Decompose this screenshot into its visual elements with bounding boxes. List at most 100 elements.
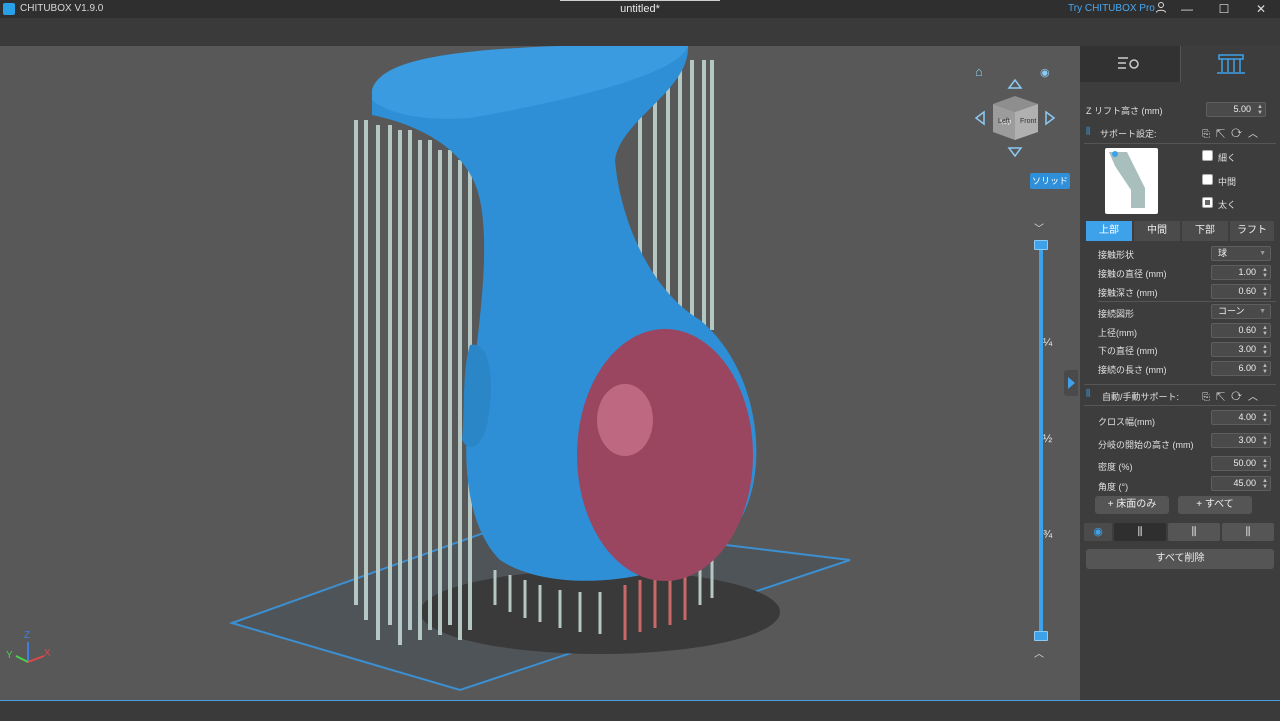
preset-thin-checkbox[interactable]	[1202, 150, 1213, 161]
spin-arrows-icon[interactable]: ▲ ▼	[1262, 267, 1268, 279]
axis-z-label: Z	[24, 630, 31, 641]
cross-width-value: 4.00	[1238, 412, 1256, 422]
connection-length-label: 接続の長さ (mm)	[1098, 365, 1167, 375]
upper-diameter-value: 0.60	[1238, 325, 1256, 335]
settings-gear-icon	[1118, 57, 1139, 69]
support-settings-icon: ⫼	[1086, 126, 1091, 136]
spin-arrows-icon[interactable]: ▲ ▼	[1262, 286, 1268, 298]
eye-view-icon[interactable]: ◉	[1040, 66, 1050, 79]
preset-thick-label: 太く	[1218, 200, 1237, 210]
document-tab-indicator	[560, 0, 720, 1]
support-settings-title: サポート設定:	[1100, 129, 1157, 139]
chevron-up-icon[interactable]: ︿	[1034, 645, 1044, 660]
maximize-button[interactable]: ☐	[1211, 1, 1237, 17]
user-account-icon[interactable]	[1148, 1, 1174, 17]
support-tab[interactable]	[1180, 46, 1280, 82]
view-cube-front-label: Front	[1020, 118, 1037, 125]
support-settings-actions[interactable]: ⎘⇱⟳︿	[1202, 125, 1264, 140]
spin-arrows-icon[interactable]: ▲ ▼	[1262, 458, 1268, 470]
remove-support-icon[interactable]: ⫼	[1168, 523, 1220, 541]
connection-shape-value: コーン	[1218, 306, 1245, 316]
layer-slider-top-handle[interactable]	[1034, 240, 1048, 250]
auto-support-icon: ⫼	[1086, 388, 1091, 398]
divider	[1084, 405, 1276, 406]
axis-y-label: Y	[6, 650, 13, 661]
divider	[1084, 384, 1276, 385]
spin-arrows-icon[interactable]: ▲ ▼	[1257, 104, 1263, 116]
all-supports-button[interactable]: + すべて	[1178, 496, 1252, 514]
support-preview-image	[1105, 148, 1158, 214]
toolbar-strip	[0, 18, 1280, 46]
dropdown-arrow-icon: ▼	[1259, 250, 1266, 257]
settings-tab[interactable]	[1080, 46, 1180, 82]
contact-diameter-label: 接触の直径 (mm)	[1098, 269, 1167, 279]
slider-mark-quarter: ¼	[1043, 337, 1053, 349]
dropdown-arrow-icon: ▼	[1259, 308, 1266, 315]
3d-viewport[interactable]: Top Left Front ⌂ ◉ Z Y X	[0, 46, 1080, 700]
branch-start-input[interactable]: 3.00 ▲ ▼	[1211, 433, 1271, 448]
tab-raft[interactable]: ラフト	[1230, 221, 1274, 241]
panel-collapse-button[interactable]	[1064, 370, 1078, 396]
density-label: 密度 (%)	[1098, 462, 1133, 472]
contact-diameter-input[interactable]: 1.00 ▲ ▼	[1211, 265, 1271, 280]
spin-arrows-icon[interactable]: ▲ ▼	[1262, 478, 1268, 490]
contact-shape-value: 球	[1218, 248, 1228, 258]
add-support-icon[interactable]: ⫼	[1114, 523, 1166, 541]
slider-mark-three-quarter: ¾	[1043, 529, 1053, 541]
spin-arrows-icon[interactable]: ▲ ▼	[1262, 412, 1268, 424]
document-title: untitled*	[620, 3, 660, 15]
divider	[1084, 143, 1276, 144]
axis-x-label: X	[44, 648, 51, 659]
angle-label: 角度 (°)	[1098, 482, 1129, 492]
connection-shape-select[interactable]: コーン ▼	[1211, 304, 1271, 319]
divider	[1098, 301, 1276, 302]
close-button[interactable]: ✕	[1248, 1, 1274, 17]
view-cube-left-label: Left	[998, 118, 1010, 125]
angle-input[interactable]: 45.00 ▲ ▼	[1211, 476, 1271, 491]
lower-diameter-input[interactable]: 3.00 ▲ ▼	[1211, 342, 1271, 357]
upper-diameter-label: 上径(mm)	[1098, 328, 1137, 338]
try-pro-link[interactable]: Try CHITUBOX Pro	[1068, 3, 1155, 14]
layer-slider-bottom-handle[interactable]	[1034, 631, 1048, 641]
tab-middle[interactable]: 中間	[1134, 221, 1180, 241]
spin-arrows-icon[interactable]: ▲ ▼	[1262, 344, 1268, 356]
preset-medium-label: 中間	[1218, 177, 1237, 187]
lower-diameter-label: 下の直径 (mm)	[1098, 346, 1158, 356]
contact-shape-select[interactable]: 球 ▼	[1211, 246, 1271, 261]
support-panel: Z リフト高さ (mm) 5.00 ▲ ▼ ⫼ サポート設定: ⎘⇱⟳︿ 細く 中間…	[1080, 46, 1280, 700]
lower-diameter-value: 3.00	[1238, 344, 1256, 354]
home-view-icon[interactable]: ⌂	[975, 64, 983, 79]
auto-support-actions[interactable]: ⎘⇱⟳︿	[1202, 388, 1264, 403]
edit-support-icon[interactable]: ⫼	[1222, 523, 1274, 541]
panel-tabs	[1080, 46, 1280, 82]
z-lift-input[interactable]: 5.00 ▲ ▼	[1206, 102, 1266, 117]
branch-start-value: 3.00	[1238, 435, 1256, 445]
branch-start-label: 分岐の開始の高さ (mm)	[1098, 440, 1194, 450]
upper-diameter-input[interactable]: 0.60 ▲ ▼	[1211, 323, 1271, 338]
preset-medium-checkbox[interactable]	[1202, 174, 1213, 185]
connection-length-input[interactable]: 6.00 ▲ ▼	[1211, 361, 1271, 376]
contact-diameter-value: 1.00	[1238, 267, 1256, 277]
preset-thin-label: 細く	[1218, 153, 1237, 163]
chevron-down-icon[interactable]: ﹀	[1034, 220, 1044, 235]
contact-depth-input[interactable]: 0.60 ▲ ▼	[1211, 284, 1271, 299]
delete-all-button[interactable]: すべて削除	[1086, 549, 1274, 569]
tab-top[interactable]: 上部	[1086, 221, 1132, 241]
app-name: CHITUBOX V1.9.0	[20, 3, 104, 14]
density-input[interactable]: 50.00 ▲ ▼	[1211, 456, 1271, 471]
preset-thick-checkbox[interactable]	[1202, 197, 1213, 208]
contact-depth-value: 0.60	[1238, 286, 1256, 296]
platform-only-button[interactable]: + 床面のみ	[1095, 496, 1169, 514]
show-supports-eye-icon[interactable]: ◉	[1084, 523, 1112, 541]
spin-arrows-icon[interactable]: ▲ ▼	[1262, 435, 1268, 447]
z-lift-label: Z リフト高さ (mm)	[1086, 106, 1163, 116]
spin-arrows-icon[interactable]: ▲ ▼	[1262, 325, 1268, 337]
spin-arrows-icon[interactable]: ▲ ▼	[1262, 363, 1268, 375]
slider-mark-half: ½	[1043, 433, 1053, 445]
overhang-specular	[597, 384, 653, 456]
tab-bottom[interactable]: 下部	[1182, 221, 1228, 241]
display-mode-button[interactable]: ソリッド	[1030, 173, 1070, 189]
auto-support-title: 自動/手動サポート:	[1102, 392, 1180, 402]
minimize-button[interactable]: —	[1174, 1, 1200, 17]
cross-width-input[interactable]: 4.00 ▲ ▼	[1211, 410, 1271, 425]
